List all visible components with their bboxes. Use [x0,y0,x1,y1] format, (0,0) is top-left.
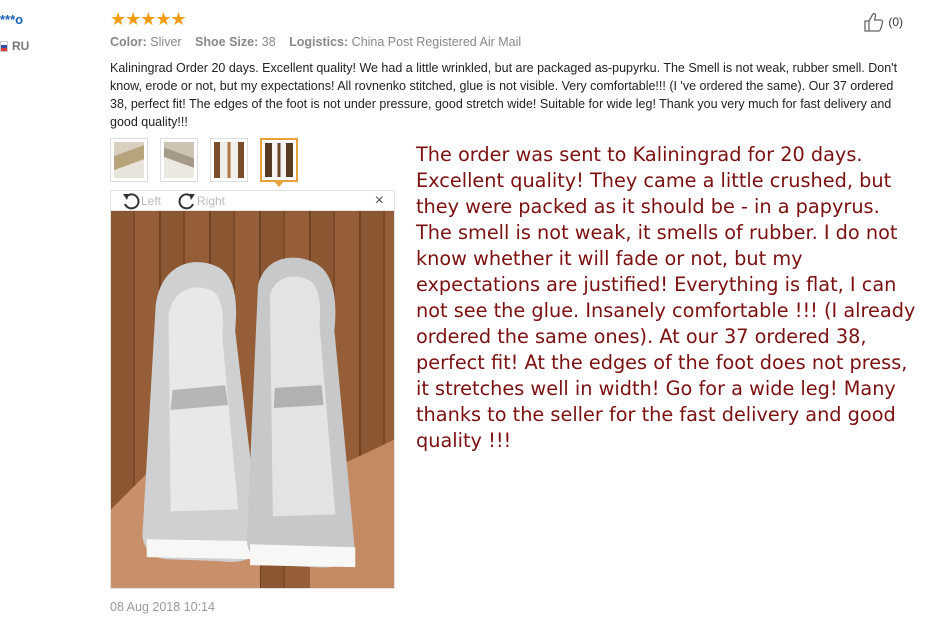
helpful-count: (0) [888,15,903,29]
reviewer-name[interactable]: ***o [0,12,23,27]
color-label: Color: [110,35,147,49]
rotate-right-label: Right [197,194,226,208]
thumbnail-image [265,143,293,177]
photo-thumbnails [110,138,298,187]
helpful-button[interactable]: (0) [863,12,903,32]
rotate-right-icon [178,193,195,210]
review-date: 08 Aug 2018 10:14 [110,600,215,614]
translation-overlay: The order was sent to Kaliningrad for 20… [416,143,916,452]
thumbnail-image [114,142,144,178]
photo-thumbnail-2[interactable] [160,138,198,182]
close-icon[interactable]: × [375,192,384,210]
logistics-value: China Post Registered Air Mail [351,35,522,49]
photo-thumbnail-3[interactable] [210,138,248,182]
logistics-label: Logistics: [289,35,349,49]
photo-thumbnail-4[interactable] [260,138,298,187]
rotate-left-button[interactable]: Left [121,192,161,210]
size-value: 38 [261,35,276,49]
thumbnail-image [164,142,194,178]
reviewer-country: RU [0,39,29,53]
star-rating: ★★★★★ [110,9,187,29]
review-photo [110,210,395,589]
review-text: Kaliningrad Order 20 days. Excellent qua… [110,61,898,129]
rotate-left-label: Left [141,194,162,208]
photo-viewer-toolbar: Left Right × [110,190,395,210]
flag-icon [0,40,8,52]
size-label: Shoe Size: [195,35,259,49]
color-value: Sliver [150,35,182,49]
thumbs-up-icon [864,12,884,32]
rotate-left-icon [123,193,140,210]
thumbnail-image [214,142,244,178]
review-meta: Color: Sliver Shoe Size: 38 Logistics: C… [110,35,531,49]
photo-thumbnail-1[interactable] [110,138,148,182]
rotate-right-button[interactable]: Right [177,192,225,210]
shoes-photo-illustration [111,257,394,588]
country-code: RU [12,39,30,53]
